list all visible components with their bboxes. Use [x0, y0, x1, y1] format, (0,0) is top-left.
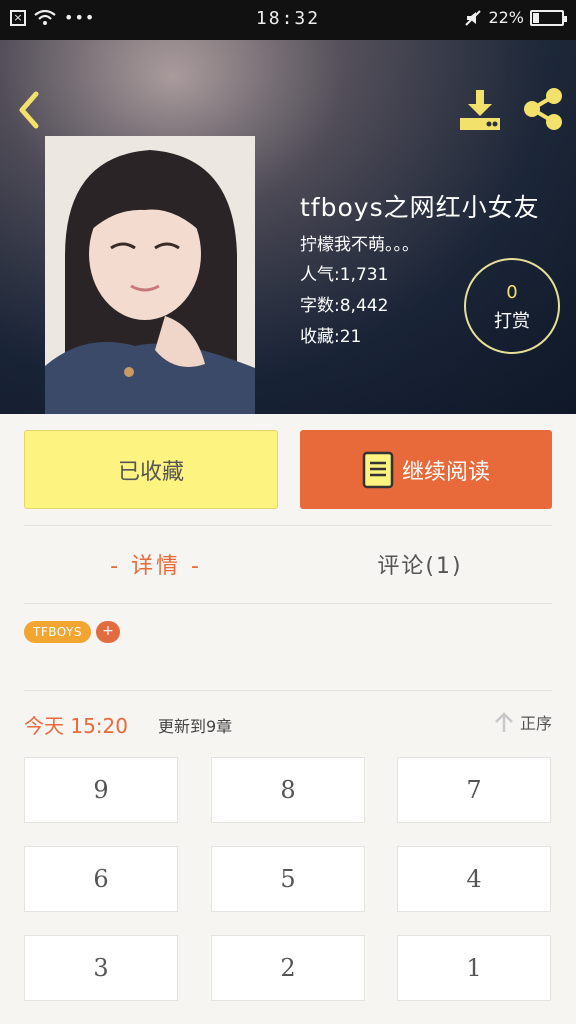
- tab-comment[interactable]: 评论(1): [288, 548, 552, 580]
- chapter-item[interactable]: 3: [24, 935, 178, 1001]
- book-description: 拧檬我不萌。。。: [300, 235, 419, 255]
- divider: [24, 690, 552, 691]
- continue-reading-label: 继续阅读: [401, 459, 490, 485]
- book-icon: [362, 451, 394, 488]
- chapter-item[interactable]: 7: [397, 757, 551, 823]
- download-icon[interactable]: [458, 88, 502, 132]
- battery-icon: [530, 9, 567, 26]
- sort-order-button[interactable]: 正序: [494, 710, 552, 734]
- chapter-item[interactable]: 9: [24, 757, 178, 823]
- book-title: tfboys之网红小女友: [300, 193, 540, 222]
- arrow-up-icon: [495, 712, 513, 732]
- share-icon[interactable]: [520, 86, 566, 132]
- continue-reading-button[interactable]: 继续阅读: [300, 430, 552, 509]
- chapter-item[interactable]: 4: [397, 846, 551, 912]
- tip-button[interactable]: 0 打赏: [464, 258, 560, 354]
- tab-detail[interactable]: - 详情 -: [24, 548, 288, 580]
- chapter-item[interactable]: 5: [211, 846, 365, 912]
- add-tag-button[interactable]: +: [96, 621, 120, 643]
- chapter-item[interactable]: 2: [211, 935, 365, 1001]
- update-text: 更新到9章: [158, 717, 233, 736]
- tip-count: 0: [506, 282, 518, 303]
- mute-icon: [465, 9, 482, 26]
- battery-percent: 22%: [488, 8, 524, 27]
- favorite-button[interactable]: 已收藏: [24, 430, 278, 509]
- chapter-item[interactable]: 6: [24, 846, 178, 912]
- divider: [24, 603, 552, 604]
- book-header: tfboys之网红小女友 拧檬我不萌。。。 人气:1,731 字数:8,442 …: [0, 40, 576, 414]
- update-time: 今天 15:20: [24, 714, 128, 738]
- tag-tfboys[interactable]: TFBOYS: [24, 621, 91, 643]
- back-icon[interactable]: [14, 90, 46, 130]
- divider: [24, 525, 552, 526]
- tip-label: 打赏: [494, 311, 530, 332]
- chapter-item[interactable]: 8: [211, 757, 365, 823]
- word-count-stat: 字数:8,442: [300, 296, 389, 316]
- status-bar: × ••• 18:32 22%: [0, 0, 576, 40]
- book-cover-image: [45, 136, 255, 414]
- favorites-stat: 收藏:21: [300, 327, 362, 347]
- sort-order-label: 正序: [519, 714, 552, 733]
- popularity-stat: 人气:1,731: [300, 265, 389, 285]
- favorite-button-label: 已收藏: [117, 459, 184, 485]
- chapter-item[interactable]: 1: [397, 935, 551, 1001]
